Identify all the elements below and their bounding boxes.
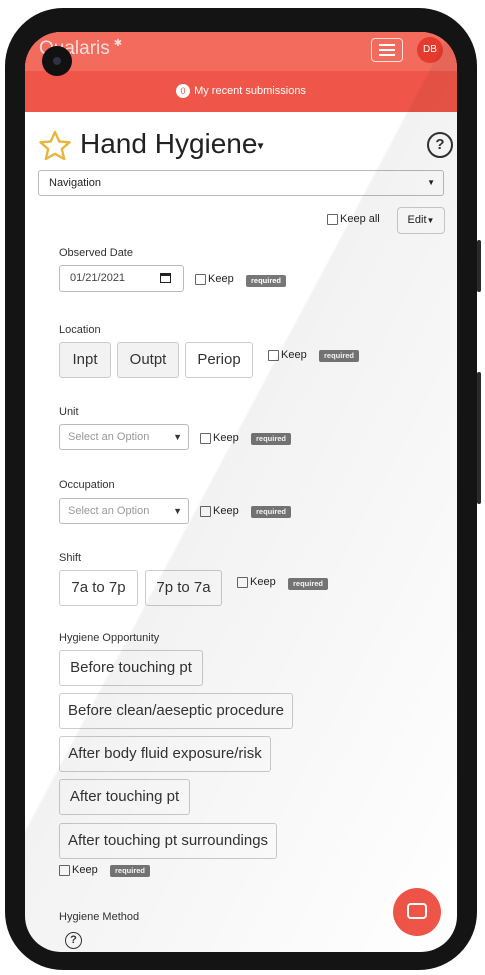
- page-title-text: Hand Hygiene: [80, 128, 258, 159]
- hygiene-option-after-body-fluid[interactable]: After body fluid exposure/risk: [59, 736, 271, 772]
- submissions-count-badge: 0: [176, 84, 191, 98]
- keep-checkbox-observed-date[interactable]: Keep: [195, 273, 234, 285]
- location-option-periop[interactable]: Periop: [185, 342, 253, 378]
- checkbox-box[interactable]: [268, 349, 279, 361]
- chevron-down-icon: ▼: [173, 506, 182, 516]
- keep-all-label: Keep all: [340, 213, 380, 225]
- top-bar: Qualaris ✱ DB 0 My recent submissions: [25, 32, 457, 112]
- occupation-select-placeholder: Select an Option: [68, 505, 150, 517]
- chevron-down-icon: ▼: [427, 178, 435, 187]
- keep-label: Keep: [250, 576, 276, 588]
- keep-checkbox-shift[interactable]: Keep: [237, 576, 276, 588]
- chat-icon[interactable]: [393, 888, 441, 936]
- required-badge: required: [251, 506, 292, 518]
- required-badge: required: [110, 865, 151, 877]
- keep-checkbox-unit[interactable]: Keep: [200, 432, 239, 444]
- keep-label: Keep: [213, 505, 239, 517]
- checkbox-box[interactable]: [237, 576, 248, 588]
- shift-option-7p-to-7a[interactable]: 7p to 7a: [145, 570, 222, 606]
- hamburger-menu-icon[interactable]: [371, 38, 403, 62]
- shift-label: Shift: [59, 552, 82, 564]
- checkbox-box[interactable]: [195, 273, 206, 285]
- navigation-select-value: Navigation: [49, 177, 101, 189]
- required-badge: required: [319, 350, 360, 362]
- location-label: Location: [59, 324, 101, 336]
- chat-bubble-shape: [407, 903, 427, 919]
- help-icon[interactable]: ?: [427, 132, 453, 158]
- camera-icon: [42, 46, 72, 76]
- checkbox-box[interactable]: [200, 505, 211, 517]
- recent-submissions-link[interactable]: 0 My recent submissions: [25, 84, 457, 98]
- hygiene-method-label: Hygiene Method: [59, 911, 140, 923]
- shift-option-7a-to-7p[interactable]: 7a to 7p: [59, 570, 138, 606]
- edit-button[interactable]: Edit▼: [397, 207, 445, 234]
- location-option-outpt[interactable]: Outpt: [117, 342, 179, 378]
- observed-date-value: 01/21/2021: [70, 272, 126, 284]
- hygiene-option-before-touching-pt[interactable]: Before touching pt: [59, 650, 203, 686]
- required-badge: required: [251, 433, 292, 445]
- calendar-icon[interactable]: [160, 273, 171, 283]
- occupation-select[interactable]: Select an Option ▼: [59, 498, 189, 524]
- keep-label: Keep: [208, 273, 234, 285]
- required-badge: required: [288, 578, 329, 590]
- keep-label: Keep: [281, 349, 307, 361]
- hygiene-option-after-touching-surroundings[interactable]: After touching pt surroundings: [59, 823, 277, 859]
- keep-checkbox-hygiene-opportunity[interactable]: Keep: [59, 864, 98, 876]
- unit-select[interactable]: Select an Option ▼: [59, 424, 189, 450]
- avatar[interactable]: DB: [417, 37, 443, 63]
- required-badge: required: [246, 275, 287, 287]
- chevron-down-icon: ▼: [426, 216, 435, 225]
- chevron-down-icon: ▾: [257, 138, 264, 153]
- submissions-label: My recent submissions: [194, 85, 306, 97]
- observed-date-label: Observed Date: [59, 247, 133, 259]
- navigation-select[interactable]: Navigation ▼: [38, 170, 444, 196]
- occupation-label: Occupation: [59, 479, 115, 491]
- hygiene-opportunity-label: Hygiene Opportunity: [59, 632, 160, 644]
- unit-select-placeholder: Select an Option: [68, 431, 150, 443]
- keep-label: Keep: [213, 432, 239, 444]
- page-title[interactable]: Hand Hygiene▾: [80, 128, 263, 160]
- keep-checkbox-location[interactable]: Keep: [268, 349, 307, 361]
- brand-mark: ✱: [113, 38, 123, 49]
- checkbox-box[interactable]: [200, 432, 211, 444]
- edit-button-label: Edit: [407, 214, 427, 226]
- keep-checkbox-occupation[interactable]: Keep: [200, 505, 239, 517]
- page-title-row: Hand Hygiene▾ ?: [39, 128, 453, 168]
- star-icon[interactable]: [39, 130, 71, 162]
- hygiene-option-before-clean-aseptic[interactable]: Before clean/aeseptic procedure: [59, 693, 293, 729]
- checkbox-box[interactable]: [327, 213, 338, 225]
- unit-label: Unit: [59, 406, 79, 418]
- help-icon[interactable]: ?: [65, 932, 82, 949]
- checkbox-box[interactable]: [59, 864, 70, 876]
- hygiene-option-after-touching-pt[interactable]: After touching pt: [59, 779, 190, 815]
- chevron-down-icon: ▼: [173, 432, 182, 442]
- keep-all-checkbox[interactable]: Keep all: [327, 213, 380, 225]
- observed-date-input[interactable]: 01/21/2021: [59, 265, 184, 292]
- phone-volume-button: [477, 240, 481, 292]
- location-option-inpt[interactable]: Inpt: [59, 342, 111, 378]
- phone-screen: Qualaris ✱ DB 0 My recent submissions Hand…: [25, 32, 457, 952]
- phone-side-button: [477, 372, 481, 504]
- keep-label: Keep: [72, 864, 98, 876]
